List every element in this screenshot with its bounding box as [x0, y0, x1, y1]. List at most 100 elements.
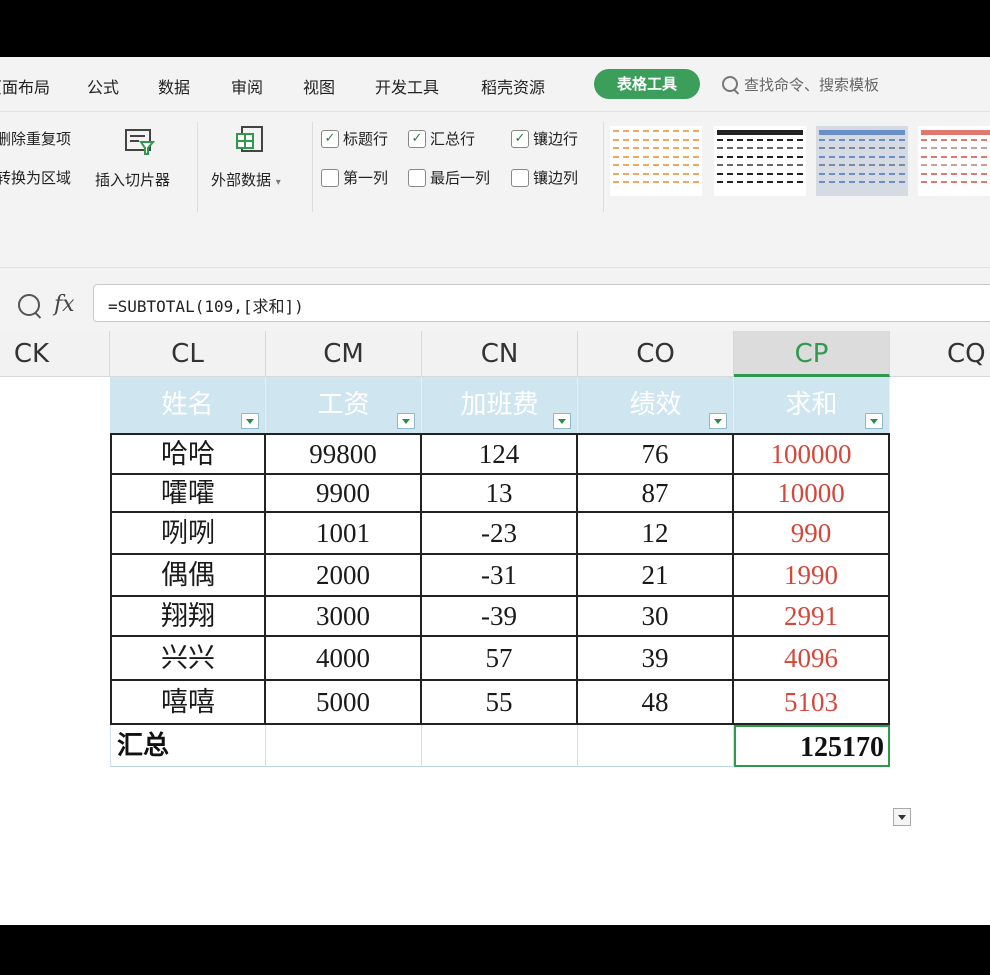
table-style-swatch[interactable] — [918, 126, 990, 196]
menu-view[interactable]: 视图 — [303, 74, 335, 98]
cell-salary[interactable]: 5000 — [266, 681, 422, 723]
command-search[interactable]: 查找命令、搜索模板 — [722, 70, 879, 98]
menu-developer[interactable]: 开发工具 — [375, 74, 439, 98]
cell-name[interactable]: 哈哈 — [110, 435, 266, 473]
menu-docer[interactable]: 稻壳资源 — [481, 74, 545, 98]
header-cell-sum[interactable]: 求和 — [734, 377, 890, 433]
cell-salary[interactable]: 1001 — [266, 513, 422, 553]
cell-sum[interactable]: 4096 — [734, 637, 890, 679]
cell-overtime[interactable]: -23 — [422, 513, 578, 553]
column-header-cn[interactable]: CN — [422, 331, 578, 377]
cell-name[interactable]: 嚯嚯 — [110, 475, 266, 511]
filter-dropdown-icon[interactable] — [241, 413, 259, 429]
table-style-swatch-selected[interactable] — [816, 126, 908, 196]
header-row-checkbox[interactable]: ✓ 标题行 — [321, 128, 388, 149]
table-style-swatch[interactable] — [610, 126, 702, 196]
tab-table-tools[interactable]: 表格工具 — [594, 69, 700, 99]
formula-input[interactable]: =SUBTOTAL(109,[求和]) — [93, 284, 990, 322]
column-header-cm[interactable]: CM — [266, 331, 422, 377]
column-header-cl[interactable]: CL — [110, 331, 266, 377]
menu-bar: 页面布局 公式 数据 审阅 视图 开发工具 稻壳资源 表格工具 查找命令、搜索模… — [0, 57, 990, 111]
column-header-co[interactable]: CO — [578, 331, 734, 377]
filter-dropdown-icon[interactable] — [709, 413, 727, 429]
remove-duplicates-button[interactable]: 删除重复项 — [0, 128, 71, 149]
cell-salary[interactable]: 3000 — [266, 597, 422, 635]
slicer-icon — [125, 129, 155, 155]
total-row: 汇总 125170 — [110, 723, 890, 767]
cell-sum[interactable]: 990 — [734, 513, 890, 553]
ribbon-divider — [197, 122, 198, 212]
ribbon-divider — [312, 122, 313, 212]
menu-formulas[interactable]: 公式 — [87, 74, 119, 98]
cell-name[interactable]: 偶偶 — [110, 555, 266, 595]
header-cell-overtime[interactable]: 加班费 — [422, 377, 578, 433]
cell-sum[interactable]: 2991 — [734, 597, 890, 635]
cell-performance[interactable]: 21 — [578, 555, 734, 595]
header-cell-performance[interactable]: 绩效 — [578, 377, 734, 433]
cell-salary[interactable]: 99800 — [266, 435, 422, 473]
table-row: 嘻嘻 5000 55 48 5103 — [110, 679, 890, 723]
convert-to-range-button[interactable]: 转换为区域 — [0, 167, 71, 188]
total-dropdown-icon[interactable] — [893, 808, 911, 826]
filter-dropdown-icon[interactable] — [865, 413, 883, 429]
first-column-checkbox[interactable]: 第一列 — [321, 167, 388, 188]
table-style-swatch[interactable] — [714, 126, 806, 196]
cell-sum[interactable]: 100000 — [734, 435, 890, 473]
search-placeholder: 查找命令、搜索模板 — [744, 75, 880, 94]
cell-overtime[interactable]: -31 — [422, 555, 578, 595]
column-header-cp[interactable]: CP — [734, 331, 890, 377]
total-cell-empty[interactable] — [578, 725, 734, 767]
cell-salary[interactable]: 9900 — [266, 475, 422, 511]
cell-overtime[interactable]: -39 — [422, 597, 578, 635]
menu-page-layout[interactable]: 页面布局 — [0, 74, 50, 98]
filter-dropdown-icon[interactable] — [553, 413, 571, 429]
cell-overtime[interactable]: 55 — [422, 681, 578, 723]
menu-data[interactable]: 数据 — [158, 74, 190, 98]
table-row: 翔翔 3000 -39 30 2991 — [110, 595, 890, 635]
cell-overtime[interactable]: 124 — [422, 435, 578, 473]
total-label-cell[interactable]: 汇总 — [110, 725, 266, 767]
total-sum-cell[interactable]: 125170 — [734, 725, 890, 767]
cell-name[interactable]: 咧咧 — [110, 513, 266, 553]
menu-review[interactable]: 审阅 — [231, 74, 263, 98]
banded-rows-checkbox[interactable]: ✓ 镶边行 — [511, 128, 578, 149]
chevron-down-icon: ▾ — [275, 177, 281, 188]
table-row: 兴兴 4000 57 39 4096 — [110, 635, 890, 679]
column-header-cq[interactable]: CQ — [890, 331, 990, 377]
checkbox-checked-icon: ✓ — [321, 129, 339, 148]
banded-columns-label: 镶边列 — [533, 169, 579, 187]
cell-performance[interactable]: 12 — [578, 513, 734, 553]
cell-sum[interactable]: 10000 — [734, 475, 890, 511]
spreadsheet-window: 页面布局 公式 数据 审阅 视图 开发工具 稻壳资源 表格工具 查找命令、搜索模… — [0, 57, 990, 925]
cell-overtime[interactable]: 57 — [422, 637, 578, 679]
last-column-checkbox[interactable]: 最后一列 — [408, 167, 490, 188]
total-row-checkbox[interactable]: ✓ 汇总行 — [408, 128, 475, 149]
cell-overtime[interactable]: 13 — [422, 475, 578, 511]
banded-columns-checkbox[interactable]: 镶边列 — [511, 167, 578, 188]
cell-performance[interactable]: 87 — [578, 475, 734, 511]
cell-performance[interactable]: 39 — [578, 637, 734, 679]
zoom-icon[interactable] — [18, 293, 40, 316]
cell-salary[interactable]: 4000 — [266, 637, 422, 679]
ribbon-divider — [603, 122, 604, 212]
last-column-label: 最后一列 — [430, 169, 491, 187]
cell-performance[interactable]: 48 — [578, 681, 734, 723]
cell-sum[interactable]: 1990 — [734, 555, 890, 595]
total-row-label: 汇总行 — [430, 130, 476, 148]
cell-name[interactable]: 翔翔 — [110, 597, 266, 635]
filter-dropdown-icon[interactable] — [397, 413, 415, 429]
table-row: 哈哈 99800 124 76 100000 — [110, 433, 890, 473]
cell-sum[interactable]: 5103 — [734, 681, 890, 723]
total-cell-empty[interactable] — [422, 725, 578, 767]
external-data-icon — [236, 126, 263, 152]
header-cell-salary[interactable]: 工资 — [266, 377, 422, 433]
fx-icon[interactable]: fx — [54, 292, 75, 317]
cell-performance[interactable]: 30 — [578, 597, 734, 635]
cell-name[interactable]: 兴兴 — [110, 637, 266, 679]
cell-name[interactable]: 嘻嘻 — [110, 681, 266, 723]
cell-salary[interactable]: 2000 — [266, 555, 422, 595]
total-cell-empty[interactable] — [266, 725, 422, 767]
header-cell-name[interactable]: 姓名 — [110, 377, 266, 433]
cell-performance[interactable]: 76 — [578, 435, 734, 473]
column-header-ck[interactable]: CK — [0, 331, 110, 377]
